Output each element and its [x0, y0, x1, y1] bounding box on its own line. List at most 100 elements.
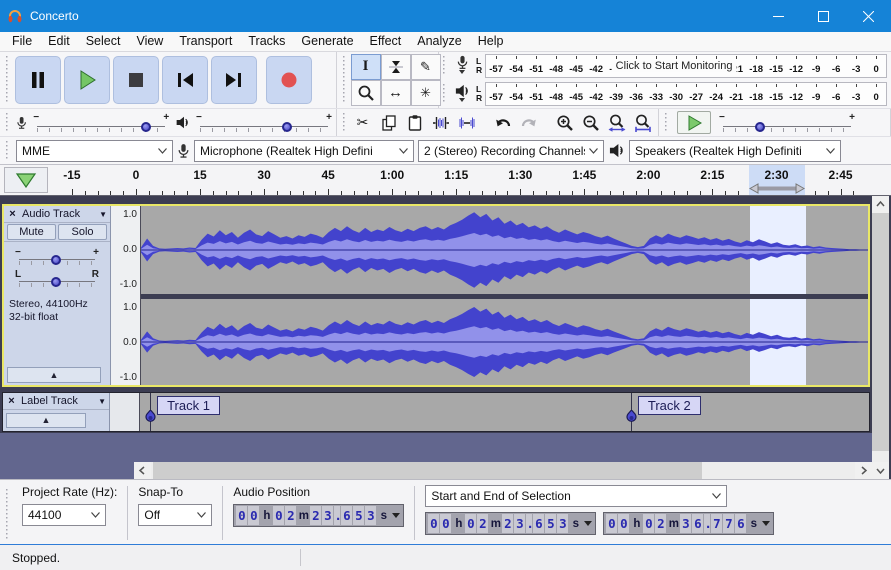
- label-marker[interactable]: [145, 410, 156, 430]
- vertical-scrollbar[interactable]: [872, 196, 889, 479]
- time-digit[interactable]: 0: [465, 514, 476, 533]
- time-digit[interactable]: 0: [236, 506, 247, 525]
- toolbar-grip[interactable]: [5, 56, 9, 104]
- draw-tool-button[interactable]: ✎: [411, 54, 441, 80]
- pin-playhead-button[interactable]: [4, 167, 48, 193]
- fit-selection-button[interactable]: [604, 112, 629, 134]
- time-digit[interactable]: .: [334, 506, 340, 525]
- play-at-speed-button[interactable]: [677, 111, 711, 134]
- label-track-body[interactable]: Track 1 Track 2: [140, 393, 869, 431]
- time-digit[interactable]: 7: [723, 514, 734, 533]
- time-digit[interactable]: 2: [655, 514, 666, 533]
- menu-item-tracks[interactable]: Tracks: [240, 32, 293, 51]
- label-text[interactable]: Track 1: [157, 396, 220, 415]
- time-digit[interactable]: 2: [477, 514, 488, 533]
- label-track[interactable]: × Label Track ▼ ▲ Track 1Track 2: [2, 392, 870, 432]
- menu-item-transport[interactable]: Transport: [171, 32, 240, 51]
- track-title[interactable]: Audio Track: [21, 208, 97, 220]
- time-digit[interactable]: 0: [428, 514, 439, 533]
- track-collapse-button[interactable]: ▲: [7, 367, 101, 383]
- time-digit[interactable]: 3: [680, 514, 691, 533]
- menu-item-effect[interactable]: Effect: [362, 32, 410, 51]
- track-title[interactable]: Label Track: [20, 395, 96, 407]
- pause-button[interactable]: [15, 56, 61, 104]
- mute-button[interactable]: Mute: [7, 224, 56, 240]
- scroll-left-arrow[interactable]: [134, 462, 151, 479]
- project-rate-select[interactable]: 44100: [22, 504, 106, 526]
- toolbar-grip[interactable]: [342, 56, 346, 104]
- minimize-button[interactable]: [756, 0, 801, 32]
- gain-slider[interactable]: −+: [13, 247, 101, 267]
- vertical-scroll-thumb[interactable]: [872, 213, 889, 451]
- time-digit[interactable]: 0: [643, 514, 654, 533]
- monitoring-overlay[interactable]: Click to Start Monitoring: [612, 60, 737, 72]
- slider-thumb[interactable]: [51, 277, 61, 287]
- zoom-out-button[interactable]: [578, 112, 603, 134]
- audio-track[interactable]: × Audio Track ▼ Mute Solo −+ LR: [2, 204, 870, 387]
- toolbar-grip[interactable]: [5, 141, 9, 160]
- playback-meter-button[interactable]: [449, 82, 475, 106]
- time-digit[interactable]: 5: [545, 514, 556, 533]
- recording-volume-slider[interactable]: −+: [31, 112, 171, 134]
- time-digit[interactable]: .: [704, 514, 710, 533]
- timeline-ruler[interactable]: -1501530451:001:151:301:452:002:152:302:…: [0, 164, 891, 196]
- time-digit[interactable]: 0: [248, 506, 259, 525]
- time-digit[interactable]: 3: [322, 506, 333, 525]
- cut-button[interactable]: ✂: [350, 112, 375, 134]
- menu-item-generate[interactable]: Generate: [293, 32, 361, 51]
- time-digit[interactable]: 5: [353, 506, 364, 525]
- trim-audio-button[interactable]: [428, 112, 453, 134]
- playback-volume-slider[interactable]: −+: [194, 112, 334, 134]
- time-digit[interactable]: 6: [735, 514, 746, 533]
- toolbar-grip[interactable]: [342, 113, 346, 132]
- menu-item-view[interactable]: View: [128, 32, 171, 51]
- selection-tool-button[interactable]: I: [351, 54, 381, 80]
- track-menu-dropdown-icon[interactable]: ▼: [99, 210, 108, 219]
- playback-meter-scale[interactable]: -57-54-51-48-45-42-39-36-33-30-27-24-21-…: [485, 82, 887, 106]
- time-digit[interactable]: 0: [273, 506, 284, 525]
- redo-button[interactable]: [516, 112, 541, 134]
- horizontal-scroll-track[interactable]: [151, 462, 855, 479]
- multi-tool-button[interactable]: ✳: [411, 80, 441, 106]
- track-menu-dropdown-icon[interactable]: ▼: [98, 397, 107, 406]
- menu-item-file[interactable]: File: [4, 32, 40, 51]
- slider-thumb[interactable]: [755, 122, 765, 132]
- zoom-in-button[interactable]: [552, 112, 577, 134]
- recording-meter-button[interactable]: [449, 54, 475, 78]
- time-digit[interactable]: 2: [502, 514, 513, 533]
- close-button[interactable]: [846, 0, 891, 32]
- pan-slider[interactable]: LR: [13, 269, 101, 289]
- time-digit[interactable]: 3: [557, 514, 568, 533]
- track-close-button[interactable]: ×: [6, 208, 19, 220]
- recording-device-select[interactable]: Microphone (Realtek High Defini: [194, 140, 414, 162]
- toolbar-grip[interactable]: [442, 84, 446, 104]
- time-digit[interactable]: 0: [440, 514, 451, 533]
- recording-meter-scale[interactable]: Click to Start Monitoring -57-54-51-48-4…: [485, 54, 887, 78]
- time-digit[interactable]: 0: [606, 514, 617, 533]
- track-close-button[interactable]: ×: [5, 395, 18, 407]
- time-digit[interactable]: 0: [618, 514, 629, 533]
- slider-thumb[interactable]: [282, 122, 292, 132]
- timefield-dropdown-arrow[interactable]: [762, 521, 770, 530]
- snap-to-select[interactable]: Off: [138, 504, 212, 526]
- label-marker[interactable]: [626, 410, 637, 430]
- slider-thumb[interactable]: [141, 122, 151, 132]
- selection-start-field[interactable]: 00h02m23.653s: [425, 512, 596, 535]
- waveform-right-channel[interactable]: [141, 299, 868, 385]
- menu-item-help[interactable]: Help: [470, 32, 512, 51]
- maximize-button[interactable]: [801, 0, 846, 32]
- time-digit[interactable]: 3: [514, 514, 525, 533]
- paste-button[interactable]: [402, 112, 427, 134]
- toolbar-grip[interactable]: [664, 113, 668, 132]
- selection-resize-arrow[interactable]: [749, 183, 805, 194]
- label-text[interactable]: Track 2: [638, 396, 701, 415]
- slider-thumb[interactable]: [51, 255, 61, 265]
- waveform-left-channel[interactable]: [141, 206, 868, 294]
- silence-audio-button[interactable]: [454, 112, 479, 134]
- audio-position-field[interactable]: 00h02m23.653s: [233, 504, 404, 527]
- fit-project-button[interactable]: [630, 112, 655, 134]
- timefield-dropdown-arrow[interactable]: [584, 521, 592, 530]
- timeline-scale[interactable]: -1501530451:001:151:301:452:002:152:302:…: [0, 165, 891, 195]
- menu-item-analyze[interactable]: Analyze: [409, 32, 469, 51]
- selection-mode-select[interactable]: Start and End of Selection: [425, 485, 727, 507]
